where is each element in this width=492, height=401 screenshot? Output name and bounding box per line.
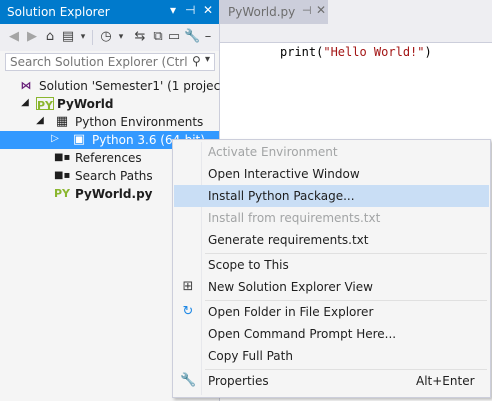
- code-line: print("Hello World!"): [280, 45, 432, 59]
- menu-item-label: Install from requirements.txt: [208, 211, 381, 225]
- code-string: "Hello World!": [323, 45, 425, 59]
- menu-item-label: New Solution Explorer View: [208, 280, 373, 294]
- open-folder-arrow-icon: ↻: [182, 304, 194, 319]
- close-panel-icon[interactable]: ✕: [203, 3, 213, 17]
- code-function: print(: [280, 45, 324, 59]
- collapsed-arrow-icon[interactable]: ▷: [50, 133, 60, 144]
- menu-item-activate-environment[interactable]: Activate Environment: [174, 141, 489, 163]
- menu-item-properties[interactable]: 🔧 Properties Alt+Enter: [174, 370, 489, 392]
- python-environments-label: Python Environments: [75, 115, 204, 129]
- properties-icon[interactable]: 🔧: [184, 28, 200, 46]
- solution-explorer-search[interactable]: ⚲ ▾: [5, 53, 215, 71]
- menu-item-label: Copy Full Path: [208, 349, 293, 363]
- menu-item-open-interactive-window[interactable]: Open Interactive Window: [174, 163, 489, 185]
- visual-studio-solution-icon: ⋈: [20, 79, 32, 92]
- close-tab-icon[interactable]: ✕: [316, 3, 326, 17]
- file-label: PyWorld.py: [75, 187, 153, 201]
- editor-tab-bar: PyWorld.py ⊣ ✕: [220, 0, 492, 24]
- solution-explorer-title: Solution Explorer: [7, 5, 110, 19]
- menu-item-shortcut: Alt+Enter: [416, 374, 475, 388]
- menu-item-label: Open Command Prompt Here...: [208, 327, 397, 341]
- pin-tab-icon[interactable]: ⊣: [302, 4, 312, 17]
- collapse-all-icon[interactable]: ⧉: [150, 28, 166, 46]
- solutions-dropdown-chevron-icon[interactable]: ▾: [75, 28, 91, 46]
- menu-item-install-python-package[interactable]: Install Python Package...: [174, 185, 489, 207]
- new-explorer-view-icon: ⊞: [182, 279, 194, 294]
- python-environment-icon: ▣: [72, 132, 86, 147]
- menu-item-generate-requirements[interactable]: Generate requirements.txt: [174, 229, 489, 251]
- environments-folder-icon: ▦: [55, 114, 69, 129]
- references-icon: ■▪: [54, 152, 71, 163]
- menu-item-label: Open Interactive Window: [208, 167, 360, 181]
- solutions-and-folders-icon[interactable]: ▤: [60, 28, 76, 46]
- sync-with-active-document-icon[interactable]: ⇆: [132, 28, 148, 46]
- expanded-arrow-icon[interactable]: ◢: [35, 115, 45, 126]
- project-label: PyWorld: [57, 97, 114, 111]
- auto-hide-pin-icon[interactable]: ⊣: [185, 3, 195, 17]
- solution-explorer-titlebar: Solution Explorer ▾ ⊣ ✕: [0, 0, 219, 24]
- search-paths-icon: ■▪: [54, 170, 71, 181]
- tree-item-solution[interactable]: ⋈ Solution 'Semester1' (1 project): [0, 77, 230, 95]
- context-menu: Activate Environment Open Interactive Wi…: [172, 139, 491, 398]
- menu-item-label: Generate requirements.txt: [208, 233, 369, 247]
- search-icon[interactable]: ⚲: [192, 54, 201, 68]
- forward-icon[interactable]: ▶: [24, 28, 40, 46]
- python-project-icon: PY: [36, 97, 54, 112]
- show-all-files-icon[interactable]: ▭: [166, 28, 182, 46]
- preview-selected-items-icon[interactable]: –: [200, 28, 216, 46]
- search-options-chevron-icon[interactable]: ▾: [205, 54, 210, 65]
- filter-dropdown-chevron-icon[interactable]: ▾: [113, 28, 129, 46]
- python-file-icon: PY: [54, 187, 71, 200]
- window-position-dropdown-icon[interactable]: ▾: [170, 3, 176, 17]
- menu-item-label: Install Python Package...: [208, 189, 355, 203]
- menu-item-copy-full-path[interactable]: Copy Full Path: [174, 345, 489, 367]
- editor-tab-label: PyWorld.py: [228, 5, 296, 19]
- editor-tab[interactable]: PyWorld.py ⊣ ✕: [220, 0, 328, 24]
- tree-item-project[interactable]: ◢ PY PyWorld: [0, 95, 219, 113]
- menu-item-open-folder-in-file-explorer[interactable]: ↻ Open Folder in File Explorer: [174, 301, 489, 323]
- search-paths-label: Search Paths: [75, 169, 153, 183]
- menu-item-label: Activate Environment: [208, 145, 338, 159]
- back-icon[interactable]: ◀: [6, 28, 22, 46]
- solution-explorer-toolbar: ◀ ▶ ⌂ ▤ ▾ ◷ ▾ ⇆ ⧉ ▭ 🔧 –: [0, 24, 219, 51]
- editor-navigation-bar: [220, 24, 492, 43]
- menu-item-label: Scope to This: [208, 258, 289, 272]
- menu-item-new-solution-explorer-view[interactable]: ⊞ New Solution Explorer View: [174, 276, 489, 298]
- search-input[interactable]: [10, 55, 188, 69]
- menu-item-label: Properties: [208, 374, 269, 388]
- menu-item-install-from-requirements[interactable]: Install from requirements.txt: [174, 207, 489, 229]
- menu-item-scope-to-this[interactable]: Scope to This: [174, 254, 489, 276]
- toolbar-divider: [92, 30, 93, 45]
- wrench-icon: 🔧: [180, 373, 197, 388]
- expanded-arrow-icon[interactable]: ◢: [20, 97, 30, 108]
- menu-item-label: Open Folder in File Explorer: [208, 305, 374, 319]
- home-icon[interactable]: ⌂: [42, 28, 58, 46]
- solution-label: Solution 'Semester1' (1 project): [39, 79, 230, 93]
- menu-item-open-command-prompt-here[interactable]: Open Command Prompt Here...: [174, 323, 489, 345]
- references-label: References: [75, 151, 142, 165]
- code-paren: ): [424, 45, 432, 59]
- tree-item-python-environments[interactable]: ◢ ▦ Python Environments: [0, 113, 219, 131]
- pending-changes-filter-icon[interactable]: ◷: [98, 28, 114, 46]
